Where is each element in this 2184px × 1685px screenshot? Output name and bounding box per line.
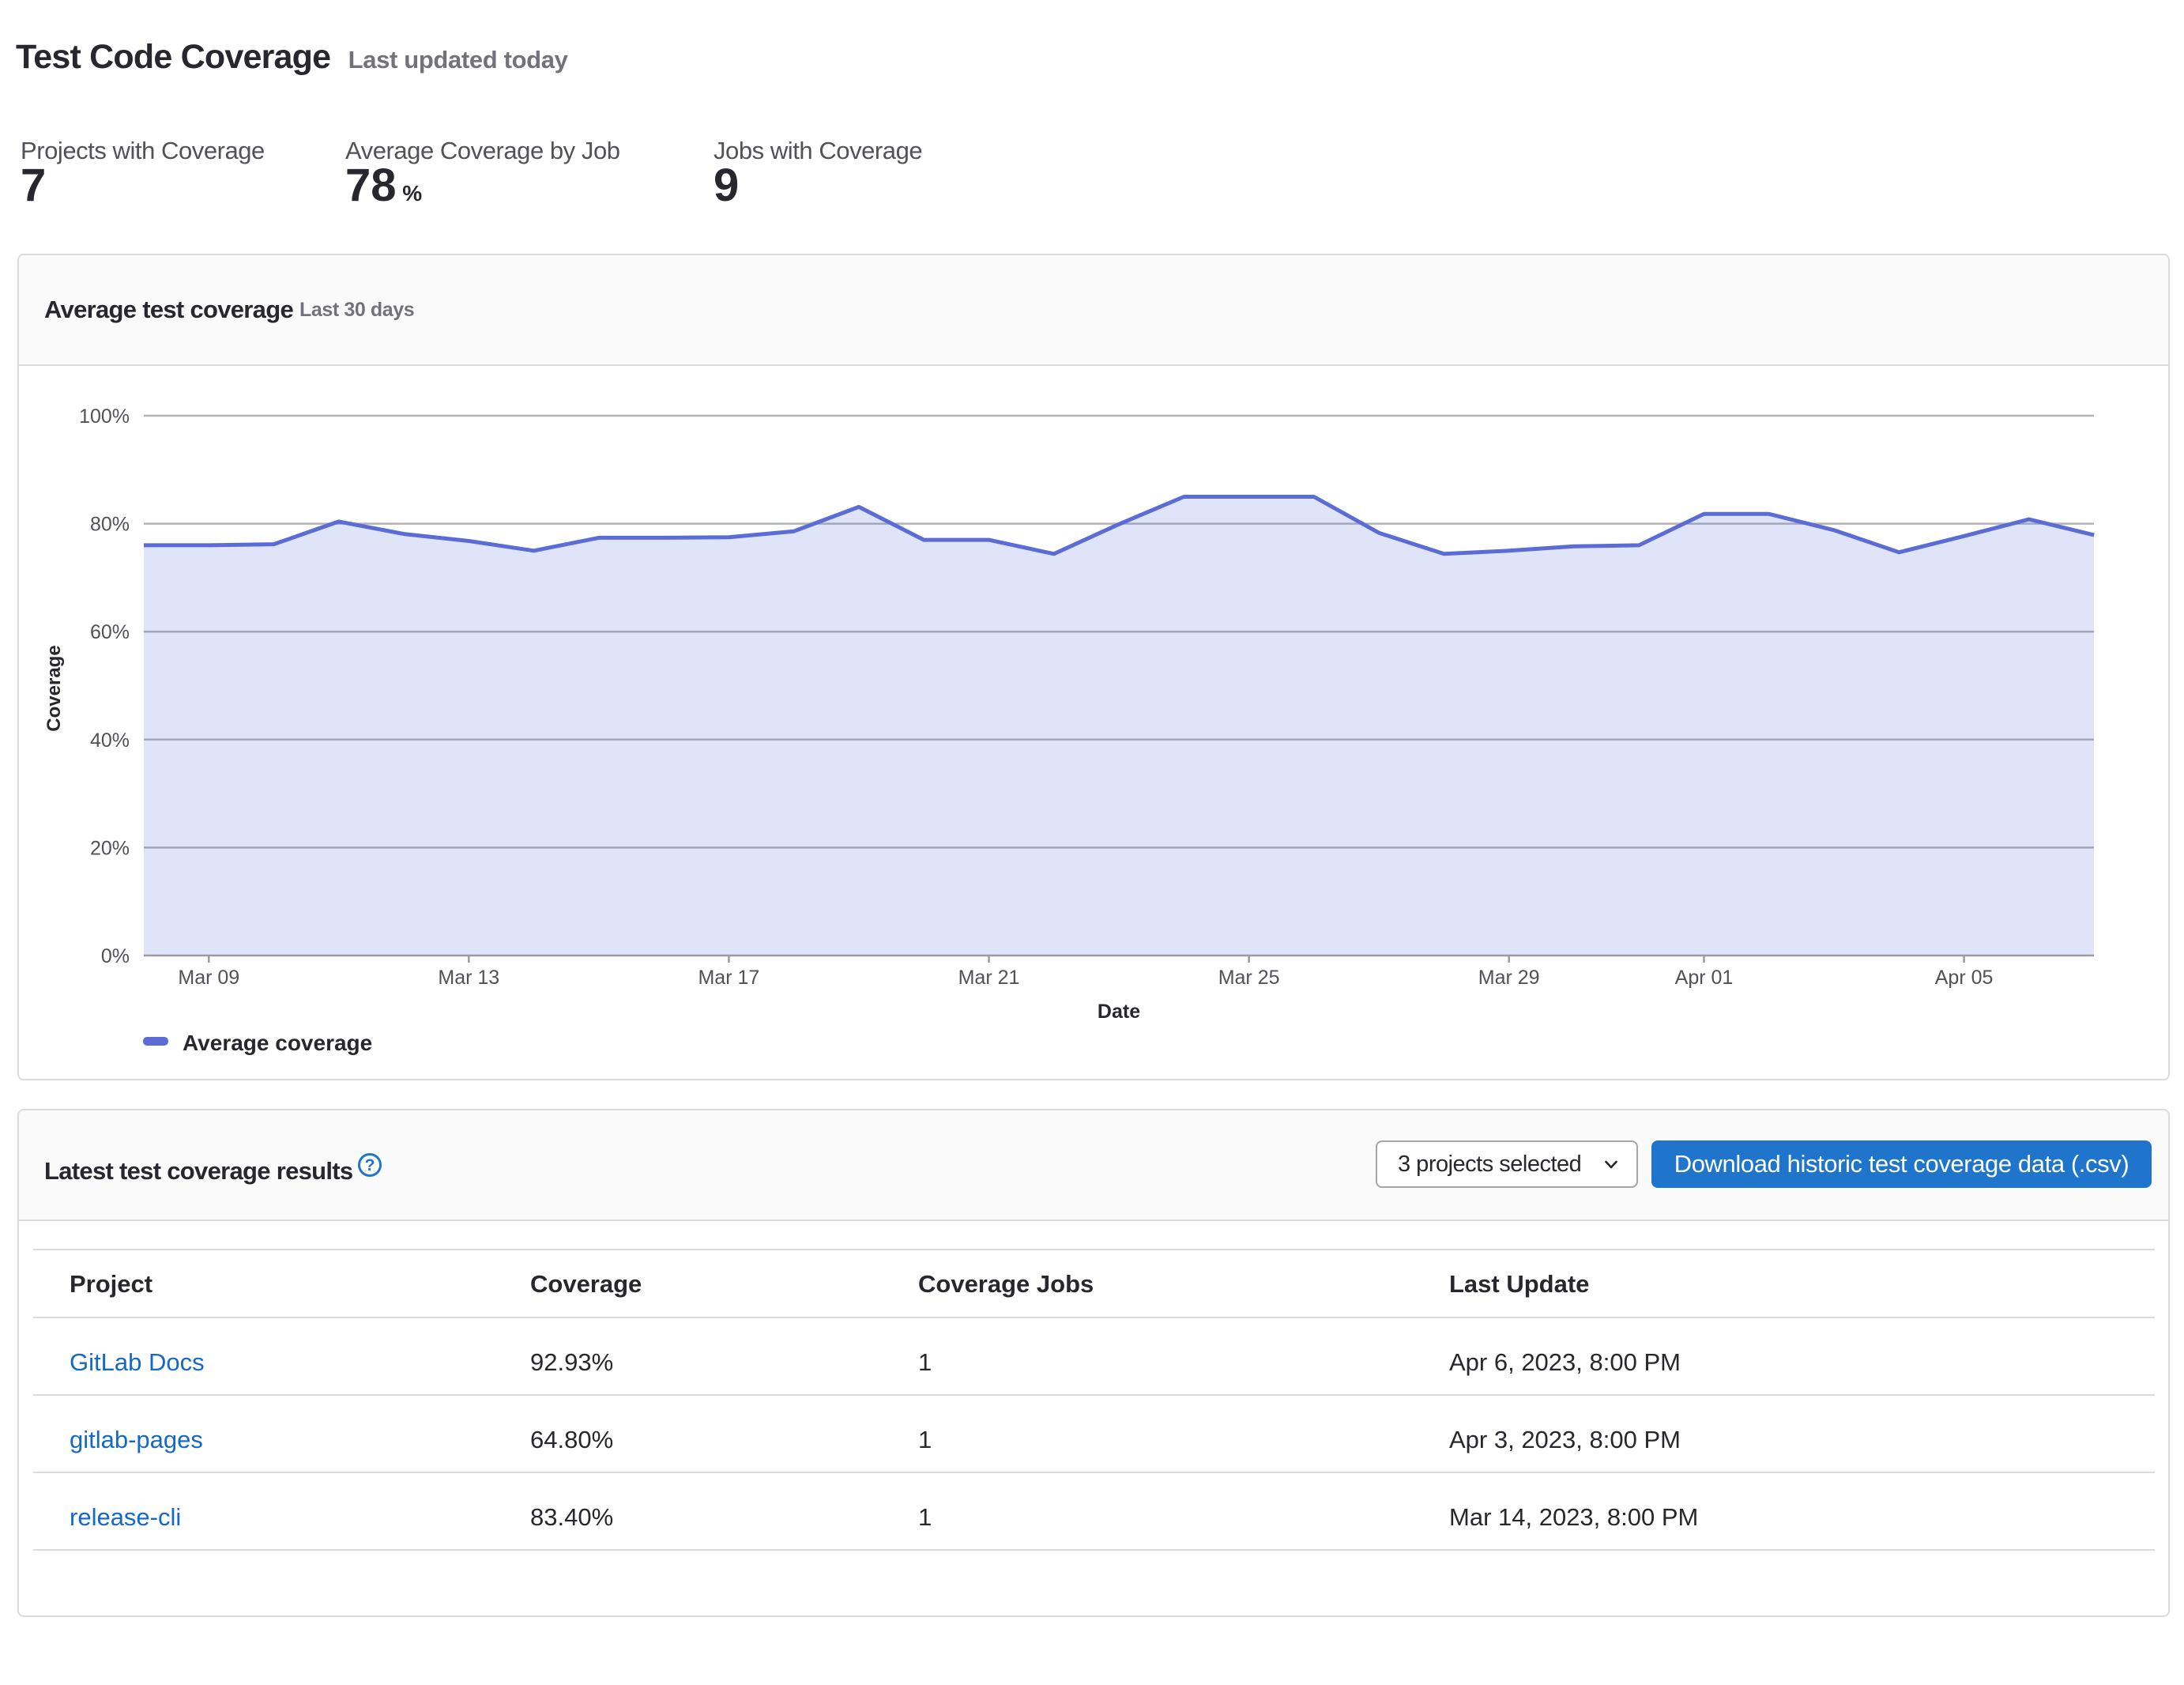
- svg-text:?: ?: [365, 1156, 375, 1174]
